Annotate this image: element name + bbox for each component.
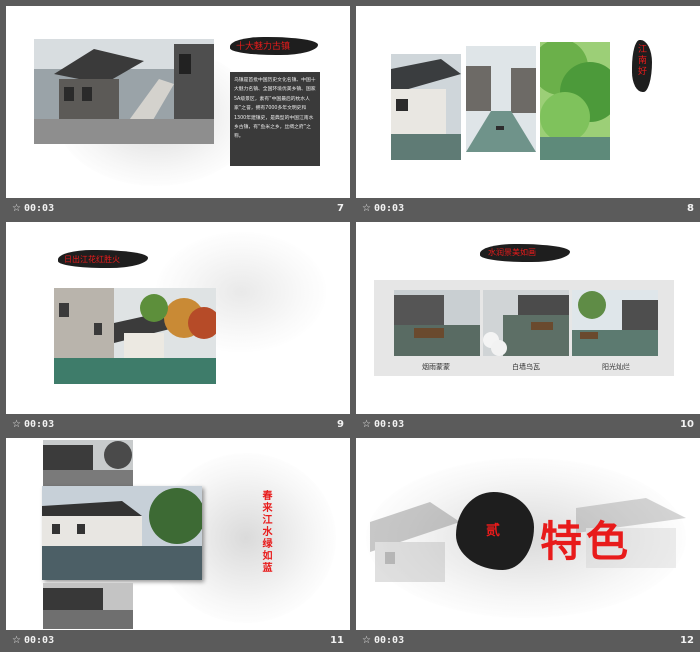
slide-canvas: 贰 特色 (356, 438, 700, 630)
slide-canvas: 水润景美如画 烟雨蒙蒙 白墙乌瓦 阳光灿烂 (356, 222, 700, 414)
slide-title: 春来江水绿如蓝 (260, 490, 271, 574)
slide-canvas: 春来江水绿如蓝 (6, 438, 350, 630)
slide-canvas: 日出江花红胜火 (6, 222, 350, 414)
slide-duration: 00:03 (374, 419, 405, 430)
slide-footer: ☆ 00:03 7 (6, 198, 350, 220)
willow-photo-right (540, 42, 610, 160)
slide-footer: ☆ 00:03 8 (356, 198, 700, 220)
play-marker-icon: ☆ (12, 635, 21, 646)
canal-photo-main (42, 486, 202, 580)
slide-duration: 00:03 (24, 203, 55, 214)
slide-thumb-11[interactable]: 春来江水绿如蓝 ☆ 00:03 11 (6, 438, 350, 652)
gallery-photo-1 (394, 290, 480, 356)
slide-duration: 00:03 (24, 419, 55, 430)
slide-number: 11 (330, 635, 344, 646)
slide-duration: 00:03 (24, 635, 55, 646)
slide-title: 十大魅力古镇 (236, 42, 291, 52)
slide-footer: ☆ 00:03 12 (356, 630, 700, 652)
slide-canvas: 十大魅力古镇 乌镇是首批中国历史文化名镇、中国十大魅力名镇、全国环境优美乡镇、国… (6, 6, 350, 198)
play-marker-icon: ☆ (12, 419, 21, 430)
section-title: 特色 (540, 517, 633, 566)
canal-photo-top (43, 440, 133, 486)
canal-photo-bottom (43, 583, 133, 629)
slide-number: 12 (680, 635, 694, 646)
slide-thumb-7[interactable]: 十大魅力古镇 乌镇是首批中国历史文化名镇、中国十大魅力名镇、全国环境优美乡镇、国… (6, 6, 350, 220)
slide-title: 日出江花红胜火 (64, 255, 120, 264)
body-text: 乌镇是首批中国历史文化名镇、中国十大魅力名镇、全国环境优美乡镇、国家5A级景区，… (234, 78, 316, 140)
slide-canvas: 江南好 (356, 6, 700, 198)
caption-3: 阳光灿烂 (602, 363, 630, 371)
caption-2: 白墙乌瓦 (512, 363, 540, 371)
slide-number: 10 (680, 419, 694, 430)
slide-thumb-8[interactable]: 江南好 ☆ 00:03 8 (356, 6, 700, 220)
slide-duration: 00:03 (374, 635, 405, 646)
section-badge: 贰 (486, 523, 500, 539)
riverside-photo (54, 288, 216, 384)
slide-duration: 00:03 (374, 203, 405, 214)
slide-title: 江南好 (636, 44, 646, 77)
play-marker-icon: ☆ (12, 203, 21, 214)
canal-photo-left (391, 54, 461, 160)
slide-number: 8 (687, 203, 694, 214)
town-photo (34, 39, 214, 144)
slide-footer: ☆ 00:03 9 (6, 414, 350, 436)
slide-title: 水润景美如画 (488, 248, 536, 257)
play-marker-icon: ☆ (362, 203, 371, 214)
gallery-photo-3 (572, 290, 658, 356)
slide-number: 7 (337, 203, 344, 214)
slide-number: 9 (337, 419, 344, 430)
slide-footer: ☆ 00:03 10 (356, 414, 700, 436)
slide-thumb-9[interactable]: 日出江花红胜火 ☆ 00:03 9 (6, 222, 350, 436)
slide-thumb-12[interactable]: 贰 特色 ☆ 00:03 12 (356, 438, 700, 652)
play-marker-icon: ☆ (362, 419, 371, 430)
caption-1: 烟雨蒙蒙 (422, 363, 450, 371)
play-marker-icon: ☆ (362, 635, 371, 646)
slide-footer: ☆ 00:03 11 (6, 630, 350, 652)
canal-photo-middle (466, 46, 536, 152)
gallery-photo-2 (483, 290, 569, 356)
slide-thumb-10[interactable]: 水润景美如画 烟雨蒙蒙 白墙乌瓦 阳光灿烂 ☆ 00:03 10 (356, 222, 700, 436)
